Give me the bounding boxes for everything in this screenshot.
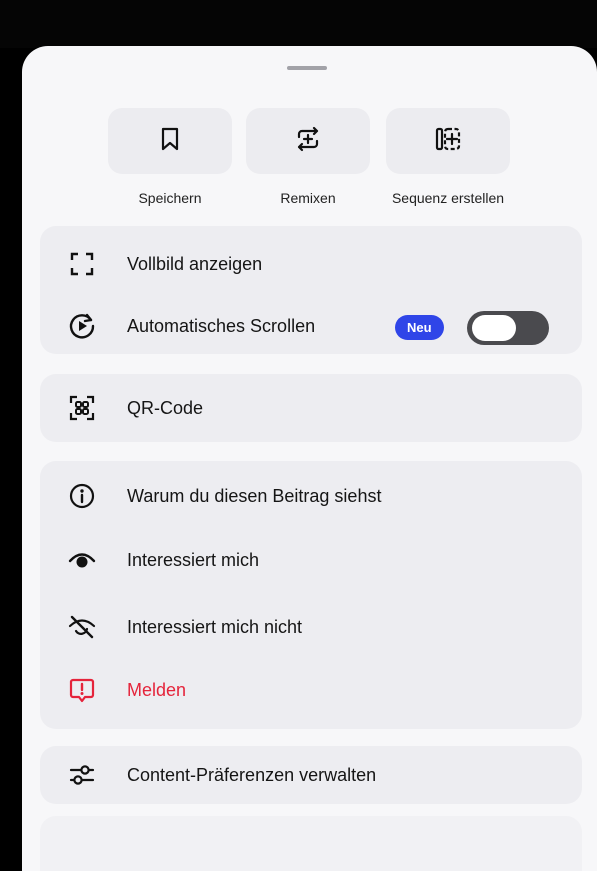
qr-code-item[interactable]: QR-Code: [40, 388, 582, 428]
top-bar: [0, 0, 597, 48]
sequence-button[interactable]: [386, 108, 510, 174]
preferences-card: Content-Präferenzen verwalten: [40, 746, 582, 804]
bottom-sheet: Speichern Remixen Sequenz erstellen Voll…: [22, 46, 597, 871]
toggle-knob: [472, 315, 516, 341]
new-badge: Neu: [395, 315, 444, 340]
sequence-label: Sequenz erstellen: [391, 190, 505, 206]
fullscreen-icon: [68, 250, 96, 278]
qr-code-icon: [68, 394, 96, 422]
save-action[interactable]: Speichern: [108, 108, 232, 206]
bookmark-icon: [158, 126, 182, 157]
feedback-card: Warum du diesen Beitrag siehst Interessi…: [40, 461, 582, 729]
qr-code-label: QR-Code: [127, 398, 204, 418]
remix-action[interactable]: Remixen: [246, 108, 370, 206]
drag-handle[interactable]: [287, 66, 327, 70]
not-interested-label: Interessiert mich nicht: [127, 617, 303, 637]
save-button[interactable]: [108, 108, 232, 174]
interested-item[interactable]: Interessiert mich: [40, 540, 582, 580]
info-icon: [68, 482, 96, 510]
eye-off-icon: [68, 613, 96, 641]
save-label: Speichern: [138, 190, 202, 206]
autoscroll-toggle[interactable]: [467, 311, 549, 345]
eye-icon: [68, 546, 96, 574]
autoscroll-icon: [68, 312, 96, 340]
remix-button[interactable]: [246, 108, 370, 174]
interested-label: Interessiert mich: [127, 550, 260, 570]
why-seeing-item[interactable]: Warum du diesen Beitrag siehst: [40, 476, 582, 516]
content-preferences-item[interactable]: Content-Präferenzen verwalten: [40, 755, 582, 795]
autoscroll-item[interactable]: Automatisches Scrollen Neu: [40, 306, 582, 346]
remix-label: Remixen: [280, 190, 336, 206]
report-item[interactable]: Melden: [40, 670, 582, 710]
sequence-action[interactable]: Sequenz erstellen: [386, 108, 510, 206]
qr-card: QR-Code: [40, 374, 582, 442]
remix-icon: [293, 125, 323, 158]
add-sequence-icon: [433, 124, 463, 159]
why-seeing-label: Warum du diesen Beitrag siehst: [127, 486, 382, 506]
sliders-icon: [68, 761, 96, 789]
next-section-placeholder: [40, 816, 582, 871]
display-options-card: Vollbild anzeigen Automatisches Scrollen…: [40, 226, 582, 354]
fullscreen-item[interactable]: Vollbild anzeigen: [40, 244, 582, 284]
report-label: Melden: [127, 680, 187, 700]
fullscreen-label: Vollbild anzeigen: [127, 254, 263, 274]
content-preferences-label: Content-Präferenzen verwalten: [127, 765, 377, 785]
autoscroll-label: Automatisches Scrollen: [127, 316, 316, 336]
not-interested-item[interactable]: Interessiert mich nicht: [40, 607, 582, 647]
report-icon: [68, 676, 96, 704]
